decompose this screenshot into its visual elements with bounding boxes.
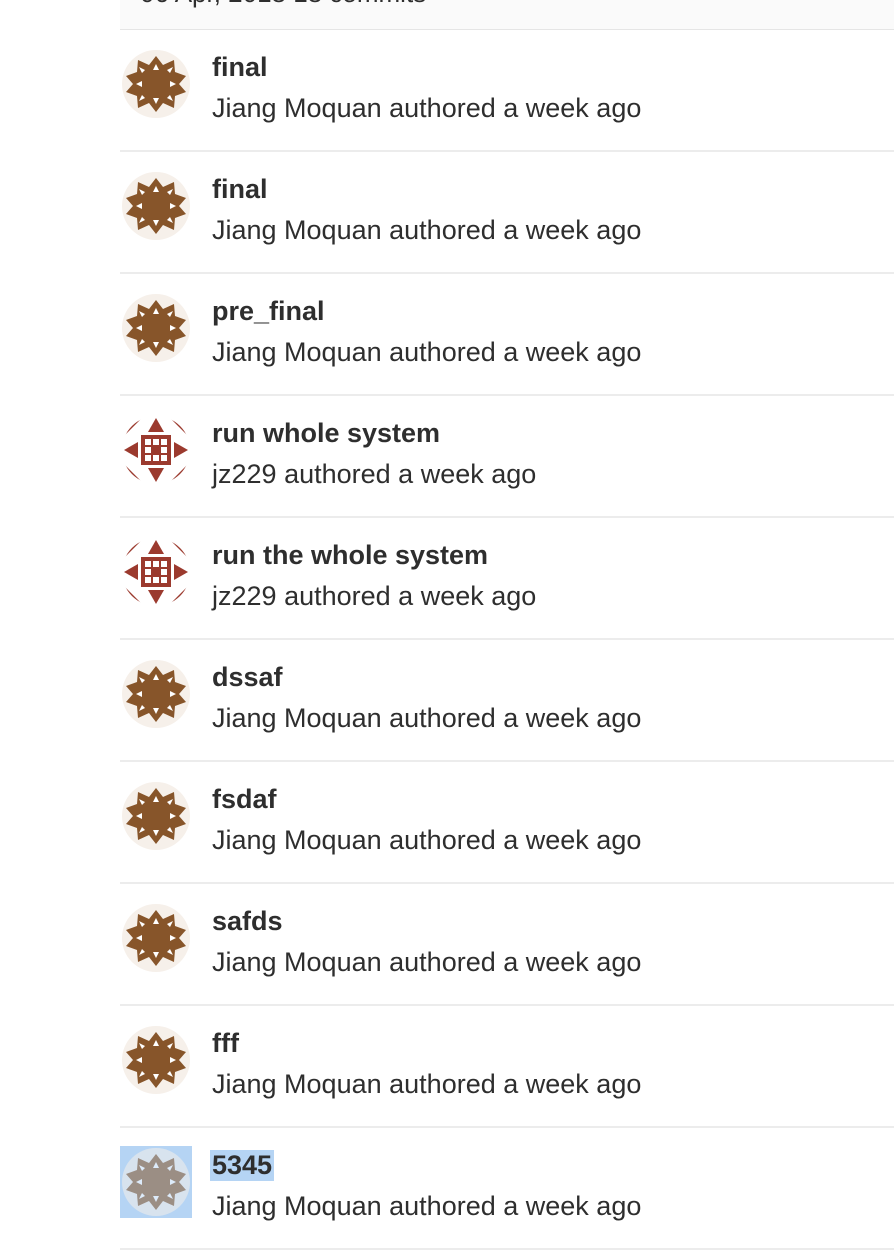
commit-title-link[interactable]: dssaf bbox=[212, 662, 283, 693]
commit-time: a week ago bbox=[503, 825, 642, 855]
commit-author-link[interactable]: Jiang Moquan bbox=[212, 825, 382, 855]
identicon-red-graphic bbox=[122, 538, 190, 606]
commit-author-link[interactable]: Jiang Moquan bbox=[212, 1069, 382, 1099]
commit-title-link[interactable]: run the whole system bbox=[212, 540, 488, 571]
commit-meta: Jiang Moquan authored a week ago bbox=[212, 93, 641, 124]
commit-meta: jz229 authored a week ago bbox=[212, 459, 536, 490]
commit-author-link[interactable]: Jiang Moquan bbox=[212, 947, 382, 977]
commit-time: a week ago bbox=[503, 215, 642, 245]
commit-author-link[interactable]: Jiang Moquan bbox=[212, 1191, 382, 1221]
commit-row: pre_final Jiang Moquan authored a week ag… bbox=[120, 274, 894, 396]
commit-meta: Jiang Moquan authored a week ago bbox=[212, 337, 641, 368]
commit-row: 5345 Jiang Moquan authored a week ago bbox=[120, 1128, 894, 1250]
commit-action: authored bbox=[389, 825, 496, 855]
commit-action: authored bbox=[389, 1191, 496, 1221]
commit-author-link[interactable]: Jiang Moquan bbox=[212, 215, 382, 245]
commit-time: a week ago bbox=[503, 337, 642, 367]
commit-time: a week ago bbox=[503, 1191, 642, 1221]
identicon-red-graphic bbox=[122, 416, 190, 484]
commit-action: authored bbox=[284, 581, 391, 611]
commit-meta: Jiang Moquan authored a week ago bbox=[212, 825, 641, 856]
commit-meta: Jiang Moquan authored a week ago bbox=[212, 1191, 641, 1222]
commit-title-link[interactable]: run whole system bbox=[212, 418, 440, 449]
commit-action: authored bbox=[389, 1069, 496, 1099]
commit-title-link[interactable]: safds bbox=[212, 906, 283, 937]
author-avatar[interactable] bbox=[122, 172, 190, 240]
commit-row: fff Jiang Moquan authored a week ago bbox=[120, 1006, 894, 1128]
commit-row: run whole system jz229 authored a week ag… bbox=[120, 396, 894, 518]
identicon-brown-graphic bbox=[122, 904, 190, 972]
author-avatar[interactable] bbox=[122, 660, 190, 728]
commit-action: authored bbox=[389, 93, 496, 123]
day-header: 06 Apr, 2018 18 commits bbox=[120, 0, 894, 30]
commit-time: a week ago bbox=[398, 459, 537, 489]
commit-author-link[interactable]: Jiang Moquan bbox=[212, 337, 382, 367]
author-avatar[interactable] bbox=[122, 416, 190, 484]
author-avatar[interactable] bbox=[122, 50, 190, 118]
commit-title-link[interactable]: pre_final bbox=[212, 296, 325, 327]
author-avatar[interactable] bbox=[122, 294, 190, 362]
author-avatar[interactable] bbox=[122, 904, 190, 972]
commit-row: final Jiang Moquan authored a week ago bbox=[120, 152, 894, 274]
commit-title-link[interactable]: 5345 bbox=[210, 1150, 275, 1181]
commit-title-link[interactable]: fsdaf bbox=[212, 784, 277, 815]
commit-meta: Jiang Moquan authored a week ago bbox=[212, 1069, 641, 1100]
commit-action: authored bbox=[389, 215, 496, 245]
identicon-brown-graphic bbox=[122, 1148, 190, 1216]
author-avatar[interactable] bbox=[122, 1026, 190, 1094]
commit-author-link[interactable]: Jiang Moquan bbox=[212, 703, 382, 733]
author-avatar[interactable] bbox=[120, 1146, 192, 1218]
commit-time: a week ago bbox=[503, 93, 642, 123]
identicon-brown-graphic bbox=[122, 782, 190, 850]
identicon-brown-graphic bbox=[122, 294, 190, 362]
author-avatar[interactable] bbox=[122, 538, 190, 606]
author-avatar[interactable] bbox=[122, 782, 190, 850]
day-header-text: 06 Apr, 2018 18 commits bbox=[140, 0, 426, 9]
identicon-brown-graphic bbox=[122, 172, 190, 240]
commit-row: dssaf Jiang Moquan authored a week ago bbox=[120, 640, 894, 762]
commit-list: final Jiang Moquan authored a week ago fin… bbox=[120, 30, 894, 1250]
commit-row: run the whole system jz229 authored a wee… bbox=[120, 518, 894, 640]
commit-author-link[interactable]: Jiang Moquan bbox=[212, 93, 382, 123]
commit-author-link[interactable]: jz229 bbox=[212, 459, 277, 489]
commit-time: a week ago bbox=[398, 581, 537, 611]
commit-meta: Jiang Moquan authored a week ago bbox=[212, 703, 641, 734]
commit-action: authored bbox=[389, 337, 496, 367]
commit-time: a week ago bbox=[503, 947, 642, 977]
commit-action: authored bbox=[389, 703, 496, 733]
commit-row: safds Jiang Moquan authored a week ago bbox=[120, 884, 894, 1006]
commit-action: authored bbox=[389, 947, 496, 977]
commit-time: a week ago bbox=[503, 1069, 642, 1099]
commit-row: fsdaf Jiang Moquan authored a week ago bbox=[120, 762, 894, 884]
identicon-brown-graphic bbox=[122, 660, 190, 728]
commit-title-link[interactable]: final bbox=[212, 174, 268, 205]
commit-title-link[interactable]: fff bbox=[212, 1028, 239, 1059]
commit-meta: Jiang Moquan authored a week ago bbox=[212, 215, 641, 246]
identicon-brown-graphic bbox=[122, 50, 190, 118]
commit-meta: Jiang Moquan authored a week ago bbox=[212, 947, 641, 978]
commit-author-link[interactable]: jz229 bbox=[212, 581, 277, 611]
commit-row: final Jiang Moquan authored a week ago bbox=[120, 30, 894, 152]
commit-time: a week ago bbox=[503, 703, 642, 733]
identicon-brown-graphic bbox=[122, 1026, 190, 1094]
commit-meta: jz229 authored a week ago bbox=[212, 581, 536, 612]
commit-title-link[interactable]: final bbox=[212, 52, 268, 83]
commit-action: authored bbox=[284, 459, 391, 489]
